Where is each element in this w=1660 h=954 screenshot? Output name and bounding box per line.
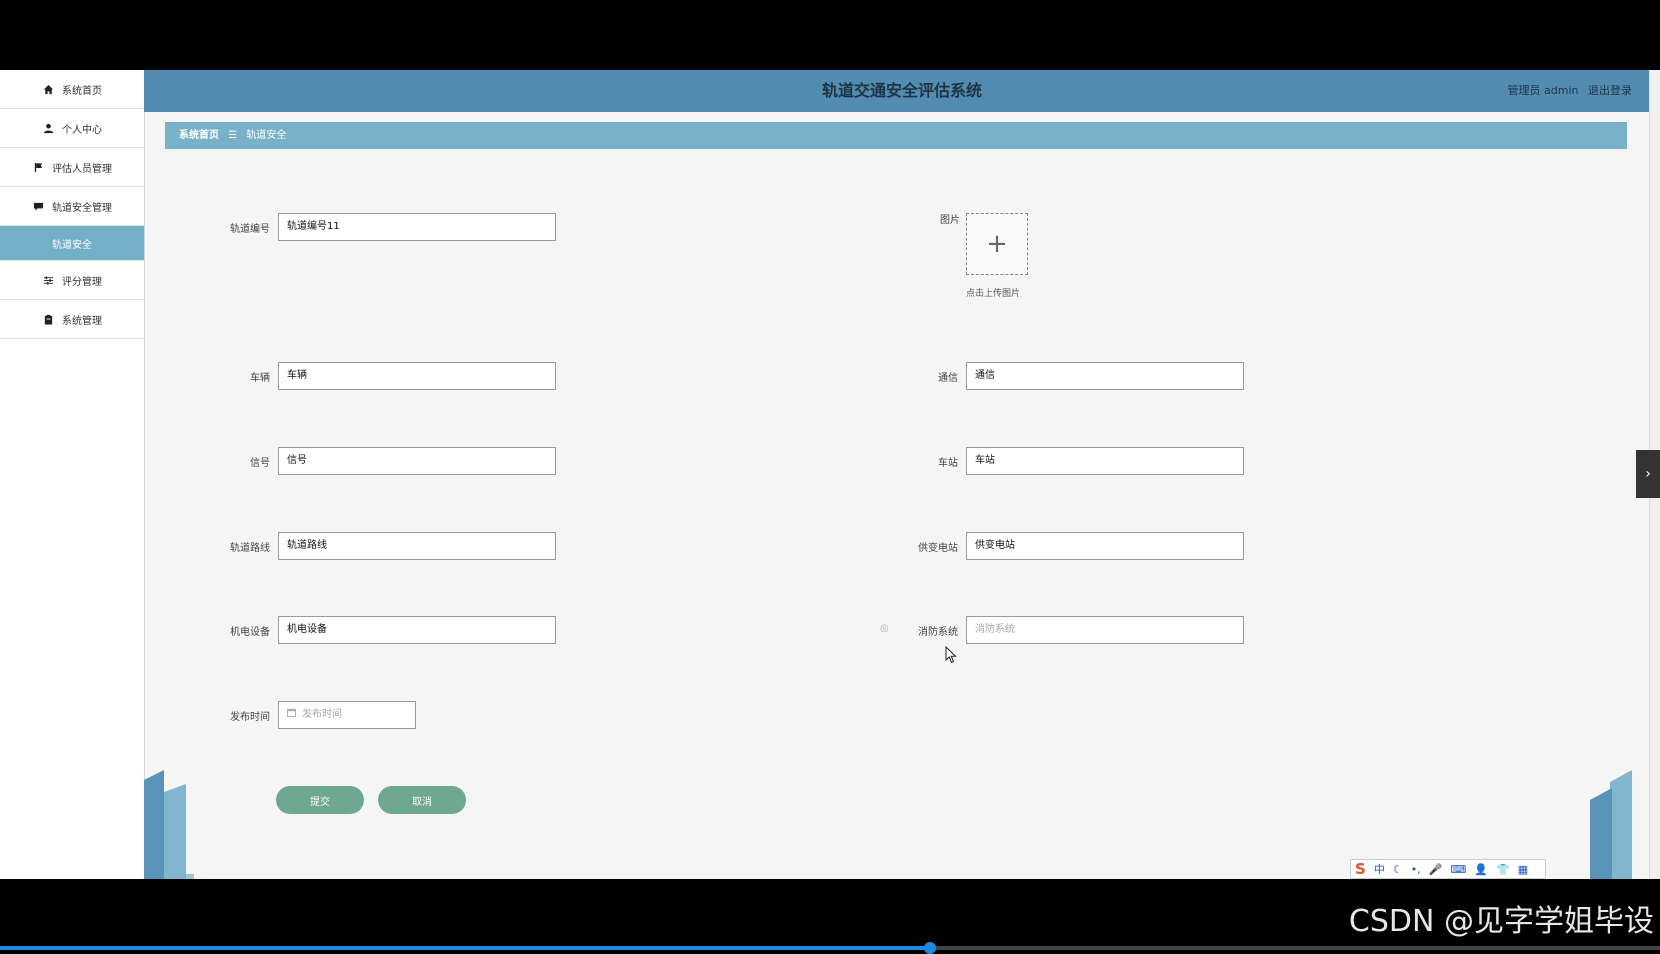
track-no-label: 轨道编号 [230, 223, 270, 235]
app-window: 系统首页 个人中心 评估人员管理 轨道安全管理 轨道安全 评分管理 系统管理 轨… [0, 70, 1660, 879]
signal-input[interactable]: 信号 [278, 447, 556, 475]
equipment-input[interactable]: 机电设备 [278, 616, 556, 644]
clipboard-icon [42, 313, 54, 325]
microphone-icon: 🎤 [1428, 862, 1443, 876]
sidebar-item-label: 系统首页 [62, 85, 102, 97]
equipment-label: 机电设备 [230, 626, 270, 638]
breadcrumb-separator-icon: ☰ [228, 130, 238, 141]
video-progress-bar[interactable] [0, 942, 1660, 954]
publish-time-placeholder: 发布时间 [302, 709, 342, 720]
home-icon [42, 83, 54, 95]
substation-label: 供变电站 [918, 542, 958, 554]
sidebar-item-label: 个人中心 [62, 124, 102, 136]
route-input[interactable]: 轨道路线 [278, 532, 556, 560]
sidebar-item-label: 系统管理 [62, 315, 102, 327]
comm-field: 通信 通信 [858, 362, 1244, 390]
equipment-field: 机电设备 机电设备 [170, 616, 556, 644]
breadcrumb-current: 轨道安全 [246, 130, 287, 141]
image-upload-button[interactable]: + [966, 213, 1028, 275]
submit-button[interactable]: 提交 [276, 786, 364, 814]
publish-time-field: 发布时间 发布时间 [170, 701, 416, 729]
side-panel-toggle[interactable]: › [1636, 450, 1660, 498]
calendar-icon [287, 702, 296, 728]
decoration-left [144, 770, 194, 879]
logout-link[interactable]: 退出登录 [1588, 84, 1632, 97]
chat-icon [32, 200, 44, 212]
sidebar-item-scores[interactable]: 评分管理 [0, 261, 144, 300]
sidebar-item-label: 评估人员管理 [52, 163, 112, 175]
breadcrumb: 系统首页 ☰ 轨道安全 [165, 122, 1627, 149]
chevron-right-icon: › [1645, 466, 1651, 482]
track-no-input[interactable]: 轨道编号11 [278, 213, 556, 241]
fire-system-label: 消防系统 [918, 626, 958, 638]
fire-system-input[interactable]: 消防系统 [966, 616, 1244, 644]
person-icon: 👤 [1474, 862, 1488, 876]
video-progress-fill [0, 946, 930, 950]
sidebar-item-assessors[interactable]: 评估人员管理 [0, 148, 144, 187]
publish-time-label: 发布时间 [230, 711, 270, 723]
station-input[interactable]: 车站 [966, 447, 1244, 475]
substation-input[interactable]: 供变电站 [966, 532, 1244, 560]
sidebar-item-label: 轨道安全 [52, 239, 92, 251]
sidebar-item-track-safety-mgmt[interactable]: 轨道安全管理 [0, 187, 144, 226]
comm-input[interactable]: 通信 [966, 362, 1244, 390]
image-label: 图片 [940, 215, 960, 226]
station-label: 车站 [938, 457, 958, 469]
sidebar-item-label: 评分管理 [62, 276, 102, 288]
header-user-area: 管理员 admin 退出登录 [1502, 70, 1632, 112]
video-progress-knob[interactable] [923, 942, 936, 954]
publish-time-picker[interactable]: 发布时间 [278, 701, 416, 729]
sogou-logo-icon: S [1355, 860, 1366, 878]
sliders-icon [42, 274, 54, 286]
mouse-cursor-icon [945, 645, 957, 667]
signal-label: 信号 [250, 457, 270, 469]
sidebar-item-label: 轨道安全管理 [52, 202, 112, 214]
route-field: 轨道路线 轨道路线 [170, 532, 556, 560]
fire-system-field: 消防系统 消防系统 [858, 616, 1244, 644]
ime-lang-indicator[interactable]: 中 [1374, 861, 1385, 877]
route-label: 轨道路线 [230, 542, 270, 554]
sidebar-item-home[interactable]: 系统首页 [0, 70, 144, 109]
ime-toolbar[interactable]: S 中 ☾ •, 🎤 ⌨ 👤 👕 ▦ [1350, 859, 1546, 879]
vehicle-label: 车辆 [250, 372, 270, 384]
station-field: 车站 车站 [858, 447, 1244, 475]
vehicle-field: 车辆 车辆 [170, 362, 556, 390]
track-no-field: 轨道编号 轨道编号11 [170, 213, 556, 241]
admin-role-label: 管理员 admin [1507, 84, 1579, 97]
sidebar-subitem-track-safety[interactable]: 轨道安全 [0, 226, 144, 261]
flag-icon [32, 161, 44, 173]
user-icon [42, 122, 54, 134]
keyboard-icon: ⌨ [1450, 862, 1467, 876]
app-title: 轨道交通安全评估系统 [821, 81, 982, 100]
shirt-icon: 👕 [1495, 862, 1510, 876]
punctuation-icon: •, [1410, 862, 1421, 876]
image-upload-hint: 点击上传图片 [966, 289, 1021, 299]
cancel-button[interactable]: 取消 [378, 786, 466, 814]
substation-field: 供变电站 供变电站 [858, 532, 1244, 560]
comm-label: 通信 [938, 372, 958, 384]
grid-icon: ▦ [1517, 862, 1529, 876]
moon-icon: ☾ [1392, 862, 1403, 876]
sidebar-item-system[interactable]: 系统管理 [0, 300, 144, 339]
sidebar: 系统首页 个人中心 评估人员管理 轨道安全管理 轨道安全 评分管理 系统管理 [0, 70, 145, 879]
vehicle-input[interactable]: 车辆 [278, 362, 556, 390]
top-header: 轨道交通安全评估系统 管理员 admin 退出登录 [144, 70, 1660, 112]
decoration-right [1590, 770, 1632, 879]
sidebar-item-profile[interactable]: 个人中心 [0, 109, 144, 148]
signal-field: 信号 信号 [170, 447, 556, 475]
breadcrumb-home[interactable]: 系统首页 [179, 130, 219, 141]
csdn-watermark: CSDN @见字学姐毕设 [1348, 904, 1654, 939]
plus-icon: + [986, 229, 1008, 259]
